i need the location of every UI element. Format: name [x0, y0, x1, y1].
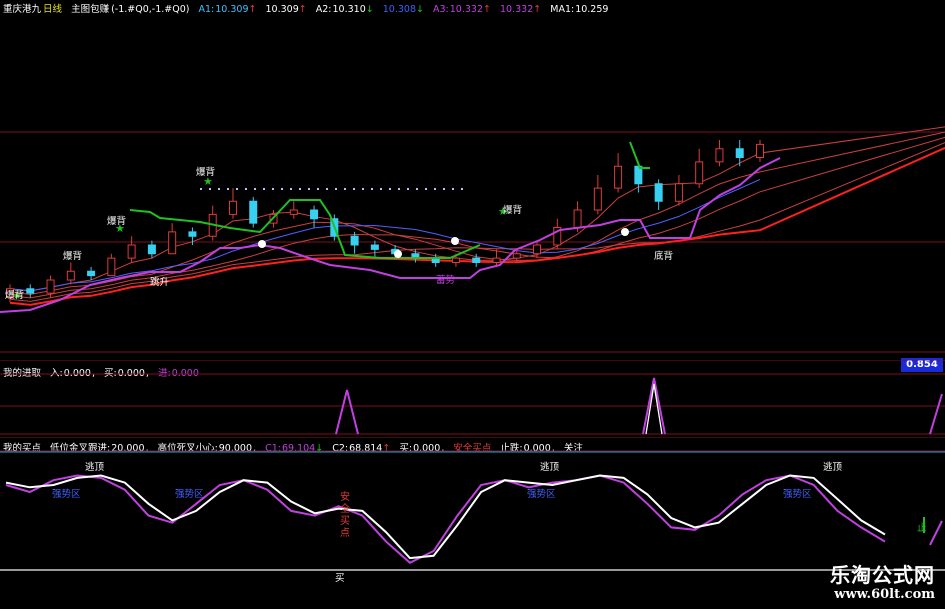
- strong-zone-label-3: 强势区: [527, 489, 556, 500]
- candle-body: [228, 200, 237, 215]
- rebound-label: 蓄势: [436, 275, 456, 286]
- candle-body: [654, 183, 663, 202]
- candle-body: [249, 200, 258, 224]
- candle-body: [614, 165, 623, 189]
- candle-body: [87, 270, 96, 277]
- main-chart: ★★★★: [0, 126, 945, 353]
- candle-body: [674, 183, 683, 202]
- watermark-url: www.60lt.com: [834, 587, 935, 602]
- candle-body: [127, 244, 136, 259]
- candle-body: [695, 161, 704, 185]
- candle-body: [46, 279, 55, 294]
- panel3-chart: [0, 437, 945, 571]
- candle-body: [533, 244, 542, 255]
- sell-signal-label-3: 爆背: [63, 251, 83, 262]
- enter-spike-1: [335, 389, 359, 435]
- candle-body: [715, 148, 724, 163]
- panel2-chart: [0, 360, 945, 435]
- top-escape-label-2: 逃顶: [540, 462, 560, 473]
- oscillator-c1-tail: [929, 520, 943, 546]
- top-escape-label-1: 逃顶: [85, 462, 105, 473]
- sell-signal-label-4: 爆背: [5, 290, 25, 301]
- candle-body: [451, 257, 460, 263]
- candle-body: [492, 257, 501, 263]
- candle-body: [66, 270, 75, 281]
- candle-body: [188, 231, 197, 237]
- green-stop-line-2: [629, 141, 650, 169]
- strong-zone-label-2: 强势区: [175, 489, 204, 500]
- candle-body: [756, 143, 764, 158]
- signal-dot: [451, 237, 459, 245]
- candle-body: [735, 148, 744, 158]
- sell-signal-label-5: 爆背: [503, 205, 523, 216]
- oscillator-c1: [5, 474, 886, 564]
- safe-buy-vertical: 安全买点: [340, 492, 350, 539]
- ma-line-4: [9, 126, 945, 292]
- candle-body: [310, 209, 319, 220]
- candle-body: [26, 288, 35, 294]
- candle-body: [289, 209, 298, 215]
- rise-label: 跳升: [150, 277, 170, 288]
- signal-dot: [258, 240, 266, 248]
- candle-body: [370, 244, 379, 250]
- candle-body: [147, 244, 156, 255]
- stop-mark: 止: [917, 523, 927, 534]
- candle-body: [168, 231, 177, 255]
- candle-body: [472, 257, 481, 263]
- sell-signal-label: 爆背: [196, 167, 216, 178]
- candle-body: [573, 209, 582, 228]
- signal-dot: [621, 228, 629, 236]
- watermark-site-name: 乐淘公式网: [830, 563, 935, 587]
- signal-dot: [394, 250, 402, 258]
- candle-body: [350, 235, 359, 246]
- candle-body: [512, 253, 521, 259]
- candle-body: [107, 257, 116, 277]
- top-escape-label-3: 逃顶: [823, 462, 843, 473]
- candle-body: [593, 187, 602, 211]
- strong-zone-label-4: 强势区: [783, 489, 812, 500]
- bottom-signal-label: 底背: [654, 251, 674, 262]
- strong-zone-label-1: 强势区: [52, 489, 81, 500]
- sell-signal-label-2: 爆背: [107, 216, 127, 227]
- enter-spike-3: [929, 393, 943, 435]
- buy-mark: 买: [335, 573, 345, 584]
